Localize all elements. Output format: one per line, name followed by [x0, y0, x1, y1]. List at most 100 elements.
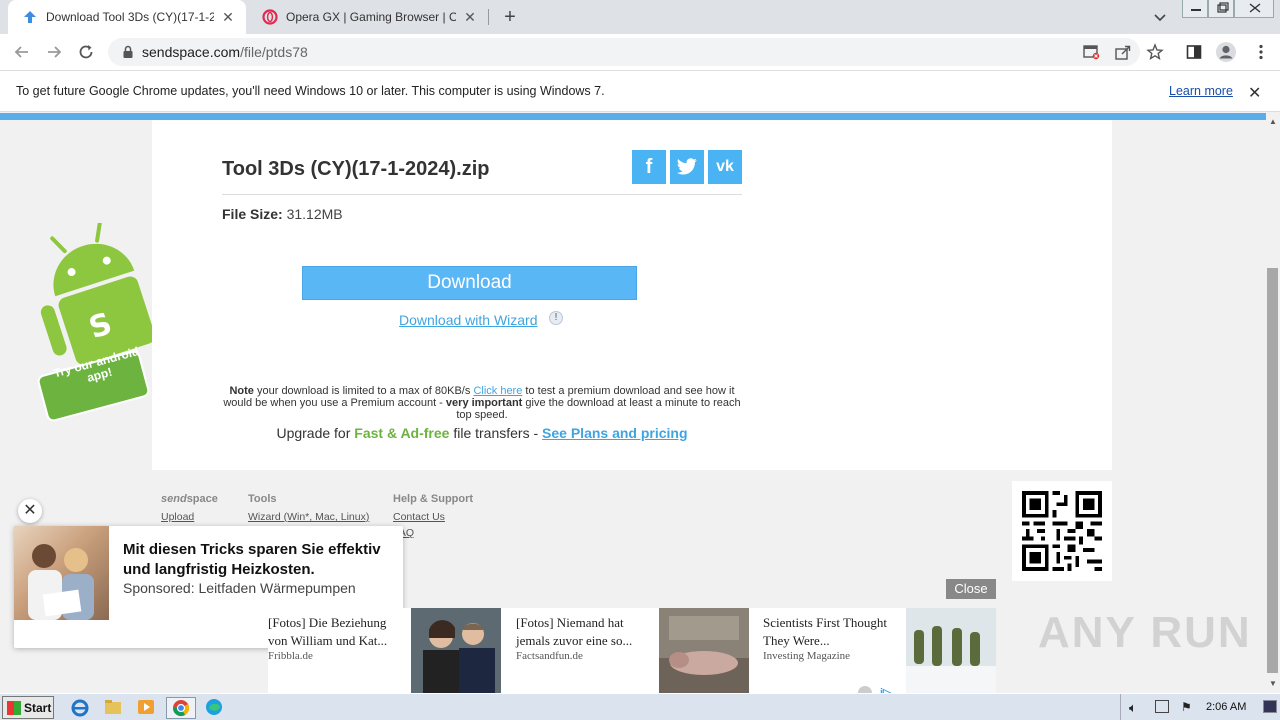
chevron-down-icon[interactable] — [1152, 9, 1168, 25]
upgrade-highlight: Fast & Ad-free — [354, 425, 450, 441]
sponsor-thumbnail — [14, 526, 109, 620]
divider — [222, 194, 742, 195]
back-arrow-icon[interactable] — [12, 42, 32, 62]
ad-item[interactable]: [Fotos] Niemand hat jemals zuvor eine so… — [516, 608, 763, 693]
footer-faq-link[interactable]: FAQ — [393, 527, 473, 539]
chrome-taskbar-button[interactable] — [166, 697, 196, 719]
chrome-icon — [172, 700, 190, 717]
ie-icon[interactable] — [70, 697, 92, 719]
brand-send: send — [161, 493, 187, 505]
plans-pricing-link[interactable]: See Plans and pricing — [542, 425, 688, 441]
new-tab-button[interactable]: + — [500, 7, 520, 27]
page-scrollbar[interactable]: ▲ ▼ — [1266, 113, 1280, 693]
start-label: Start — [24, 700, 52, 715]
note-important: very important — [445, 397, 523, 409]
kebab-menu-icon[interactable] — [1252, 43, 1270, 61]
vk-share-button[interactable]: vk — [708, 150, 742, 184]
download-card: Tool 3Ds (CY)(17-1-2024).zip f vk File S… — [152, 120, 1112, 470]
file-name: Tool 3Ds (CY)(17-1-2024).zip — [222, 158, 490, 180]
android-app-badge[interactable]: S Try our android app! — [34, 220, 155, 423]
ad-info-icon[interactable]: i▷ — [880, 686, 892, 693]
qr-code — [1012, 481, 1112, 581]
scrollbar-thumb[interactable] — [1267, 268, 1278, 673]
sponsor-headline: Mit diesen Tricks sparen Sie effektiv un… — [123, 541, 381, 578]
tab-opera[interactable]: Opera GX | Gaming Browser | Opera ✕ — [248, 0, 488, 34]
download-button[interactable]: Download — [302, 266, 637, 300]
speed-note: Note your download is limited to a max o… — [222, 385, 742, 421]
side-panel-icon[interactable] — [1185, 43, 1203, 61]
media-player-icon[interactable] — [136, 697, 158, 719]
close-tab-icon[interactable]: ✕ — [220, 9, 236, 25]
tab-title: Opera GX | Gaming Browser | Opera — [286, 10, 456, 24]
footer-upload-link[interactable]: Upload — [161, 511, 218, 523]
bookmark-star-icon[interactable] — [1146, 43, 1164, 61]
forward-arrow-icon[interactable] — [44, 42, 64, 62]
ad-title: Scientists First Thought They Were... — [763, 615, 887, 648]
learn-more-link[interactable]: Learn more — [1169, 84, 1233, 98]
note-label: Note — [229, 385, 254, 397]
footer-contact-link[interactable]: Contact Us — [393, 511, 473, 523]
footer-col-brand: sendspace Upload — [161, 493, 218, 527]
windows-logo-icon — [7, 700, 21, 715]
file-size-label: File Size: — [222, 206, 283, 222]
footer-brand: sendspace — [161, 493, 218, 505]
address-bar[interactable]: sendspace.com/file/ptds78 — [108, 38, 1140, 66]
footer-col-help: Help & Support Contact Us FAQ — [393, 493, 473, 543]
tab-download[interactable]: Download Tool 3Ds (CY)(17-1-2024). ✕ — [8, 0, 246, 34]
lock-icon[interactable] — [122, 45, 134, 59]
ad-close-button[interactable]: Close — [946, 579, 996, 599]
footer-col-tools: Tools Wizard (Win*, Mac, Linux) — [248, 493, 369, 527]
minimize-button[interactable] — [1182, 0, 1208, 18]
ad-choices-icon[interactable] — [858, 686, 872, 693]
close-tab-icon[interactable]: ✕ — [462, 9, 478, 25]
ad-image — [906, 608, 996, 693]
share-icon[interactable] — [1114, 43, 1132, 61]
footer-wizard-link[interactable]: Wizard (Win*, Mac, Linux) — [248, 511, 369, 523]
facebook-icon: f — [645, 155, 653, 178]
note-text: your download is limited to a max of 80K… — [256, 385, 471, 397]
url-path: /file/ptds78 — [240, 44, 308, 60]
system-tray: 🔈︎ ⚑ — [1120, 694, 1280, 720]
file-size: File Size: 31.12MB — [222, 206, 343, 222]
brand-space: space — [186, 493, 218, 505]
volume-icon[interactable]: 🔈︎ — [1129, 700, 1137, 716]
file-size-value: 31.12MB — [286, 206, 343, 222]
close-window-button[interactable] — [1234, 0, 1274, 18]
windows-taskbar: Start 🔈︎ ⚑ 2:06 AM — [0, 693, 1280, 720]
folder-icon[interactable] — [103, 697, 125, 719]
edge-icon[interactable] — [204, 697, 226, 719]
url-text: sendspace.com/file/ptds78 — [142, 44, 308, 60]
scroll-down-icon[interactable]: ▼ — [1269, 679, 1277, 688]
upgrade-line: Upgrade for Fast & Ad-free file transfer… — [222, 425, 742, 441]
page-viewport: S Try our android app! Tool 3Ds (CY)(17-… — [0, 113, 1266, 693]
network-icon[interactable] — [1155, 700, 1169, 713]
tab-title: Download Tool 3Ds (CY)(17-1-2024). — [46, 10, 214, 24]
premium-test-link[interactable]: Click here — [473, 385, 522, 397]
facebook-share-button[interactable]: f — [632, 150, 666, 184]
scroll-up-icon[interactable]: ▲ — [1269, 117, 1277, 126]
ad-item[interactable]: Scientists First Thought They Were... In… — [763, 608, 1010, 693]
help-icon[interactable]: ! — [549, 311, 563, 325]
footer-heading: Tools — [248, 493, 277, 505]
restore-button[interactable] — [1208, 0, 1234, 18]
twitter-share-button[interactable] — [670, 150, 704, 184]
blocked-popup-icon[interactable] — [1082, 43, 1100, 61]
close-icon[interactable]: ✕ — [1248, 83, 1261, 103]
ad-item[interactable]: [Fotos] Die Beziehung von William und Ka… — [268, 608, 515, 693]
url-host: sendspace.com — [142, 44, 241, 60]
upgrade-prefix: Upgrade for — [276, 425, 351, 441]
footer-heading: Help & Support — [393, 493, 474, 505]
ad-source: Fribbla.de — [268, 650, 313, 662]
start-button[interactable]: Start — [2, 696, 54, 719]
flag-icon[interactable]: ⚑ — [1181, 700, 1192, 714]
taskbar-clock: 2:06 AM — [1206, 701, 1247, 713]
profile-avatar-icon[interactable] — [1215, 41, 1237, 63]
header-strip — [0, 113, 1266, 120]
show-desktop-icon[interactable] — [1263, 700, 1277, 713]
tab-strip: Download Tool 3Ds (CY)(17-1-2024). ✕ Ope… — [0, 0, 1280, 34]
upload-arrow-icon — [22, 9, 38, 25]
sponsor-close-icon[interactable]: ✕ — [18, 499, 42, 523]
download-with-wizard-link[interactable]: Download with Wizard — [399, 312, 538, 328]
reload-icon[interactable] — [76, 42, 96, 62]
update-infobar: To get future Google Chrome updates, you… — [0, 70, 1280, 112]
